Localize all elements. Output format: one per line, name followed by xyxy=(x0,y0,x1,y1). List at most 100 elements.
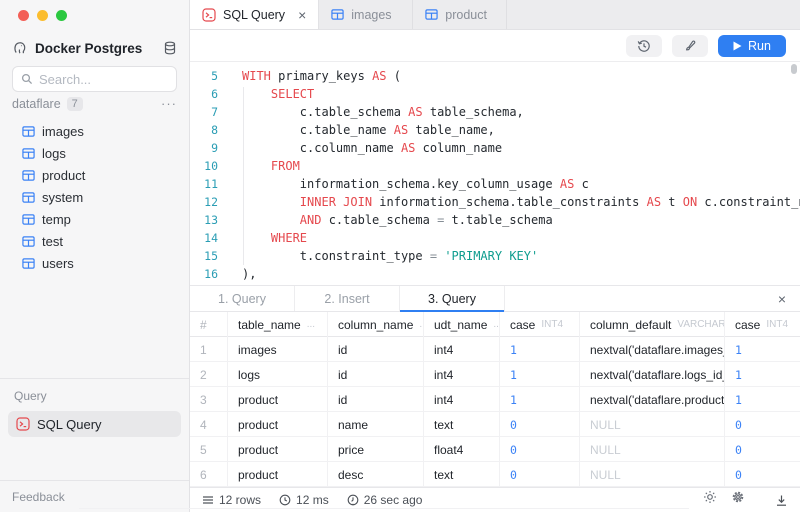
format-button[interactable] xyxy=(672,35,708,57)
more-menu-button[interactable]: ··· xyxy=(161,96,177,111)
code-line-13: 13 AND c.table_schema = t.table_schema xyxy=(190,211,800,229)
table-row[interactable]: 4productnametext0NULL0 xyxy=(190,412,800,437)
data-cell: 1 xyxy=(500,337,580,362)
column-header-column_default-5[interactable]: column_defaultVARCHAR xyxy=(580,312,725,337)
row-number-cell: 2 xyxy=(190,362,228,387)
run-button[interactable]: Run xyxy=(718,35,786,57)
sql-query-icon xyxy=(16,417,30,431)
tab-label: SQL Query xyxy=(223,8,285,22)
code-text: FROM xyxy=(232,157,300,175)
line-number: 11 xyxy=(190,175,232,193)
column-header-case-6[interactable]: caseINT4 xyxy=(725,312,800,337)
database-name: dataflare xyxy=(12,97,61,111)
theme-toggle-icon[interactable] xyxy=(703,490,717,504)
sidebar-item-product[interactable]: product xyxy=(0,164,189,186)
row-number-cell: 1 xyxy=(190,337,228,362)
line-number: 15 xyxy=(190,247,232,265)
sidebar-item-logs[interactable]: logs xyxy=(0,142,189,164)
column-header-udt_name-3[interactable]: udt_name... xyxy=(424,312,500,337)
code-line-9: 9 c.column_name AS column_name xyxy=(190,139,800,157)
data-cell: 0 xyxy=(500,412,580,437)
main-area: SQL Query × images product xyxy=(190,0,800,512)
table-row[interactable]: 1imagesidint41nextval('dataflare.images_… xyxy=(190,337,800,362)
tab-sql-query[interactable]: SQL Query × xyxy=(190,0,319,29)
sidebar-item-images[interactable]: images xyxy=(0,120,189,142)
code-text: c.table_name AS table_name, xyxy=(232,121,495,139)
line-number: 5 xyxy=(190,67,232,85)
search-icon xyxy=(21,73,33,85)
connection-header: Docker Postgres xyxy=(12,40,177,56)
data-cell: 0 xyxy=(500,437,580,462)
close-results-button[interactable]: × xyxy=(764,286,800,311)
code-text: information_schema.key_column_usage AS c xyxy=(232,175,589,193)
table-row[interactable]: 3productidint41nextval('dataflare.produc… xyxy=(190,387,800,412)
data-cell: logs xyxy=(228,362,328,387)
sidebar-item-test[interactable]: test xyxy=(0,230,189,252)
line-number: 13 xyxy=(190,211,232,229)
column-header-rownum[interactable]: # xyxy=(190,312,228,337)
tab-images[interactable]: images xyxy=(319,0,413,29)
connection-name: Docker Postgres xyxy=(35,41,156,56)
zoom-window-button[interactable] xyxy=(56,10,67,21)
minimize-window-button[interactable] xyxy=(37,10,48,21)
line-number: 6 xyxy=(190,85,232,103)
table-label: images xyxy=(42,124,84,139)
line-number: 9 xyxy=(190,139,232,157)
column-header-case-4[interactable]: caseINT4 xyxy=(500,312,580,337)
settings-gear-icon[interactable] xyxy=(731,490,745,504)
table-row[interactable]: 5productpricefloat40NULL0 xyxy=(190,437,800,462)
editor-scrollbar[interactable] xyxy=(791,64,797,283)
code-text: c.table_schema AS table_schema, xyxy=(232,103,524,121)
result-tab-label: 2. Insert xyxy=(324,292,369,306)
play-icon xyxy=(733,41,742,51)
history-button[interactable] xyxy=(626,35,662,57)
data-cell: 1 xyxy=(725,362,800,387)
sql-query-icon xyxy=(202,8,216,22)
line-number: 8 xyxy=(190,121,232,139)
sidebar: Docker Postgres Search... dataflare 7 ··… xyxy=(0,0,190,512)
table-row[interactable]: 2logsidint41nextval('dataflare.logs_id_s… xyxy=(190,362,800,387)
database-icon[interactable] xyxy=(163,41,177,55)
data-cell: nextval('dataflare.images_id_s... xyxy=(580,337,725,362)
sidebar-item-users[interactable]: users xyxy=(0,252,189,274)
download-button[interactable] xyxy=(775,494,788,507)
feedback-link[interactable]: Feedback xyxy=(12,490,65,504)
table-icon xyxy=(22,147,35,160)
tab-label: images xyxy=(351,8,391,22)
data-cell: nextval('dataflare.product_id_... xyxy=(580,387,725,412)
column-header-column_name-2[interactable]: column_name... xyxy=(328,312,424,337)
data-cell: NULL xyxy=(580,412,725,437)
sidebar-item-temp[interactable]: temp xyxy=(0,208,189,230)
close-tab-icon[interactable]: × xyxy=(298,8,306,22)
data-cell: id xyxy=(328,362,424,387)
column-type-label: ... xyxy=(493,319,500,330)
result-tab-3[interactable]: 3. Query xyxy=(400,286,505,311)
data-cell: name xyxy=(328,412,424,437)
column-type-label: ... xyxy=(307,319,315,330)
search-input[interactable]: Search... xyxy=(12,66,177,92)
data-cell: images xyxy=(228,337,328,362)
column-header-table_name-1[interactable]: table_name... xyxy=(228,312,328,337)
sidebar-item-system[interactable]: system xyxy=(0,186,189,208)
database-row[interactable]: dataflare 7 ··· xyxy=(12,96,177,111)
table-label: users xyxy=(42,256,74,271)
tab-product[interactable]: product xyxy=(413,0,507,29)
tab-bar: SQL Query × images product xyxy=(190,0,800,30)
sql-editor[interactable]: 5WITH primary_keys AS (6 SELECT7 c.table… xyxy=(190,62,800,285)
data-cell: text xyxy=(424,412,500,437)
sidebar-item-sql-query[interactable]: SQL Query xyxy=(8,411,181,437)
table-icon xyxy=(22,235,35,248)
code-line-5: 5WITH primary_keys AS ( xyxy=(190,67,800,85)
data-cell: 1 xyxy=(725,337,800,362)
result-tab-bar: 1. Query 2. Insert 3. Query × xyxy=(190,285,800,312)
code-text: t.constraint_type = 'PRIMARY KEY' xyxy=(232,247,538,265)
result-tab-2[interactable]: 2. Insert xyxy=(295,286,400,311)
close-window-button[interactable] xyxy=(18,10,29,21)
data-cell: 1 xyxy=(725,387,800,412)
sidebar-footer: Feedback xyxy=(0,480,189,512)
code-text: ), xyxy=(232,265,256,283)
data-cell: 0 xyxy=(725,437,800,462)
code-line-7: 7 c.table_schema AS table_schema, xyxy=(190,103,800,121)
result-tab-1[interactable]: 1. Query xyxy=(190,286,295,311)
code-line-8: 8 c.table_name AS table_name, xyxy=(190,121,800,139)
